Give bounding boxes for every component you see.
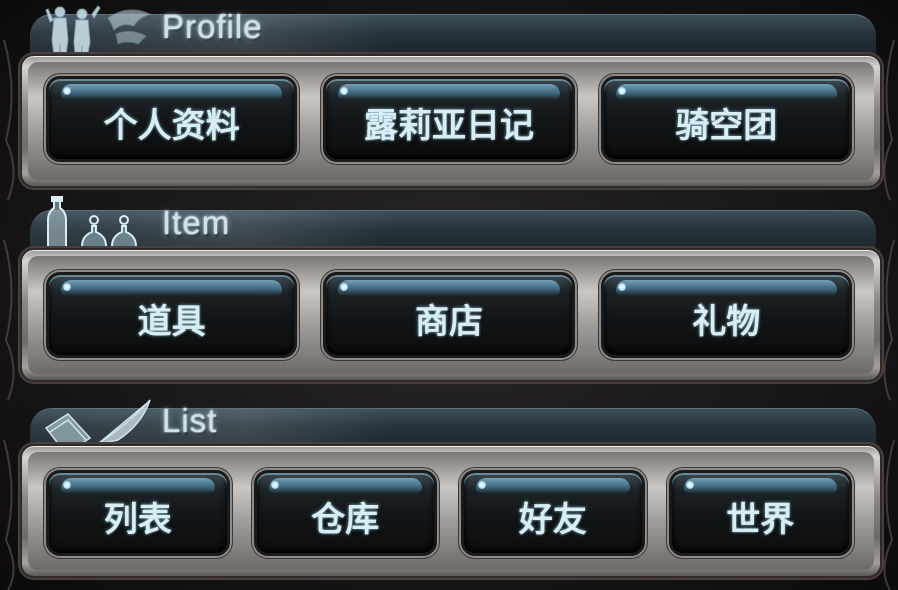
gift-button-label: 礼物 xyxy=(692,301,761,342)
items-button-label: 道具 xyxy=(137,301,206,342)
highlight-sparkle xyxy=(340,87,349,95)
crew-button-label: 骑空团 xyxy=(675,105,778,146)
shop-button[interactable]: 商店 xyxy=(323,272,575,358)
list-section: List 列表 仓库 好友 世界 xyxy=(0,394,898,590)
items-button[interactable]: 道具 xyxy=(46,272,298,358)
shop-button-label: 商店 xyxy=(414,301,483,342)
storage-button-label: 仓库 xyxy=(311,499,380,540)
profile-button-label: 个人资料 xyxy=(103,105,240,146)
crew-button[interactable]: 骑空团 xyxy=(600,76,852,162)
gift-button[interactable]: 礼物 xyxy=(600,272,852,358)
profile-button[interactable]: 个人资料 xyxy=(46,76,298,162)
storage-button[interactable]: 仓库 xyxy=(253,470,437,556)
highlight-sparkle xyxy=(617,283,626,291)
highlight-sparkle xyxy=(63,283,71,291)
lyria-diary-button[interactable]: 露莉亚日记 xyxy=(323,76,575,162)
highlight-sparkle xyxy=(340,283,349,291)
list-button-label: 列表 xyxy=(103,499,172,540)
highlight-sparkle xyxy=(685,481,694,489)
lyria-diary-button-label: 露莉亚日记 xyxy=(363,105,534,146)
highlight-sparkle xyxy=(270,481,279,489)
highlight-sparkle xyxy=(63,87,71,95)
highlight-sparkle xyxy=(63,481,71,489)
friends-button[interactable]: 好友 xyxy=(461,470,645,556)
friends-button-label: 好友 xyxy=(518,499,587,540)
world-button[interactable]: 世界 xyxy=(668,470,852,556)
profile-section: Profile 个人资料 露莉亚日记 骑空团 xyxy=(0,0,898,196)
highlight-sparkle xyxy=(617,87,626,95)
item-section-title: Item xyxy=(162,204,231,241)
profile-section-title: Profile xyxy=(162,8,263,45)
world-button-label: 世界 xyxy=(726,499,795,540)
item-section: Item 道具 商店 礼物 xyxy=(0,196,898,394)
highlight-sparkle xyxy=(478,481,486,489)
list-section-title: List xyxy=(162,402,218,439)
list-button[interactable]: 列表 xyxy=(46,470,230,556)
